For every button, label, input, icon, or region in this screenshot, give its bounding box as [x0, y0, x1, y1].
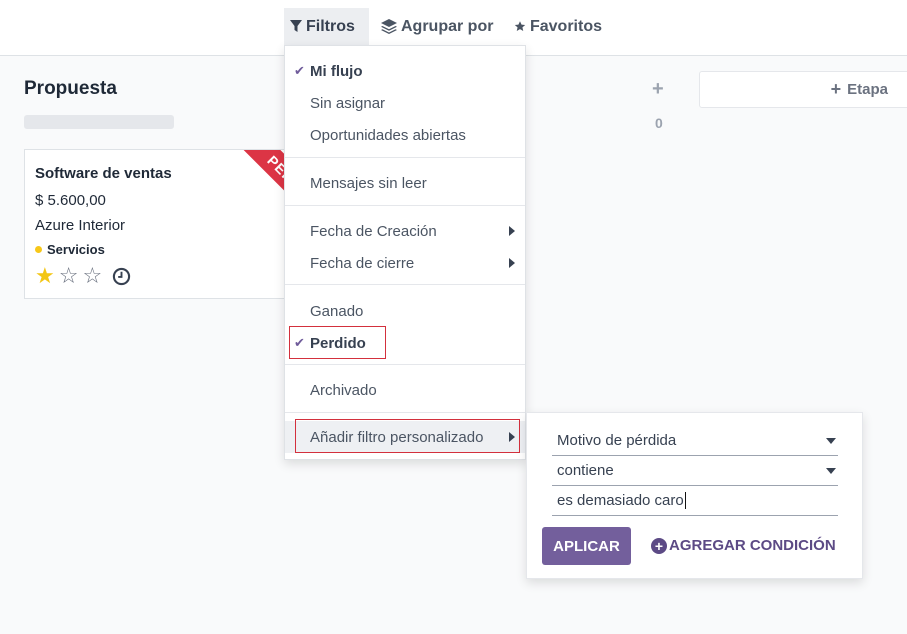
priority-star-filled-icon[interactable]: ★	[35, 264, 55, 288]
column-count: 0	[655, 115, 663, 131]
add-condition-label: AGREGAR CONDICIÓN	[669, 537, 836, 554]
filter-item-label: Oportunidades abiertas	[310, 126, 466, 144]
column-progress-bar	[24, 115, 174, 129]
menu-divider	[285, 205, 525, 206]
filter-item-fecha-creacion[interactable]: Fecha de Creación	[285, 215, 525, 247]
add-stage-button[interactable]: + Etapa	[699, 71, 907, 108]
menu-divider	[285, 412, 525, 413]
card-partner: Azure Interior	[35, 217, 126, 234]
filter-item-oportunidades-abiertas[interactable]: Oportunidades abiertas	[285, 119, 525, 151]
tag-label: Servicios	[47, 242, 105, 257]
card-tag: Servicios	[35, 242, 105, 257]
menu-divider	[285, 364, 525, 365]
column-title: Propuesta	[24, 78, 117, 99]
filter-item-label: Fecha de Creación	[310, 222, 437, 240]
menu-divider	[285, 157, 525, 158]
card-amount: $ 5.600,00	[35, 192, 106, 209]
filter-item-label: Ganado	[310, 302, 364, 320]
quick-create-icon[interactable]: +	[652, 78, 664, 101]
caret-down-icon	[826, 468, 836, 474]
menu-divider	[285, 284, 525, 285]
priority-star-empty-icon[interactable]: ☆	[82, 264, 102, 288]
layers-icon	[381, 19, 397, 34]
highlight-box	[295, 419, 520, 453]
filter-item-mi-flujo[interactable]: ✔ Mi flujo	[285, 55, 525, 87]
filter-item-archivado[interactable]: Archivado	[285, 374, 525, 406]
filters-dropdown: ✔ Mi flujo Sin asignar Oportunidades abi…	[284, 45, 526, 460]
caret-down-icon	[826, 438, 836, 444]
highlight-box	[289, 326, 386, 359]
favorites-label: Favoritos	[529, 17, 602, 35]
filter-item-label: Fecha de cierre	[310, 254, 415, 272]
check-icon: ✔	[294, 63, 305, 78]
star-icon	[514, 21, 526, 31]
add-condition-button[interactable]: + AGREGAR CONDICIÓN	[651, 537, 836, 554]
filter-item-label: Sin asignar	[310, 94, 386, 112]
field-select[interactable]: Motivo de pérdida	[552, 426, 838, 456]
group-by-button[interactable]: Agrupar por	[375, 8, 500, 45]
tag-dot	[35, 246, 42, 253]
filters-label: Filtros	[306, 17, 355, 35]
favorites-button[interactable]: Favoritos	[508, 8, 608, 45]
filter-item-label: Archivado	[310, 381, 377, 399]
filter-item-sin-asignar[interactable]: Sin asignar	[285, 87, 525, 119]
clock-icon[interactable]	[112, 267, 131, 286]
plus-icon: +	[830, 79, 842, 99]
operator-select-value: contiene	[557, 462, 614, 479]
add-stage-label: Etapa	[847, 81, 888, 98]
group-by-label: Agrupar por	[401, 17, 494, 35]
caret-right-icon	[509, 226, 515, 236]
caret-right-icon	[509, 258, 515, 268]
apply-button[interactable]: APLICAR	[542, 527, 631, 565]
value-input[interactable]: es demasiado caro	[552, 486, 838, 516]
priority-star-empty-icon[interactable]: ☆	[59, 264, 79, 288]
plus-circle-icon: +	[651, 537, 667, 554]
filters-button[interactable]: Filtros	[284, 8, 369, 45]
priority-widget: ★ ☆ ☆	[35, 264, 131, 288]
custom-filter-panel: Motivo de pérdida contiene es demasiado …	[526, 412, 863, 579]
filter-item-label: Mi flujo	[310, 62, 363, 80]
filter-item-label: Mensajes sin leer	[310, 174, 427, 192]
kanban-card[interactable]: Software de ventas $ 5.600,00 Azure Inte…	[24, 149, 294, 299]
filter-item-ganado[interactable]: Ganado	[285, 295, 525, 327]
filter-icon	[290, 20, 302, 32]
operator-select[interactable]: contiene	[552, 456, 838, 486]
card-name: Software de ventas	[35, 165, 172, 182]
filter-item-fecha-cierre[interactable]: Fecha de cierre	[285, 247, 525, 279]
value-input-text: es demasiado caro	[557, 492, 684, 509]
text-cursor	[684, 492, 686, 509]
field-select-value: Motivo de pérdida	[557, 432, 677, 449]
filter-item-mensajes-sin-leer[interactable]: Mensajes sin leer	[285, 167, 525, 199]
